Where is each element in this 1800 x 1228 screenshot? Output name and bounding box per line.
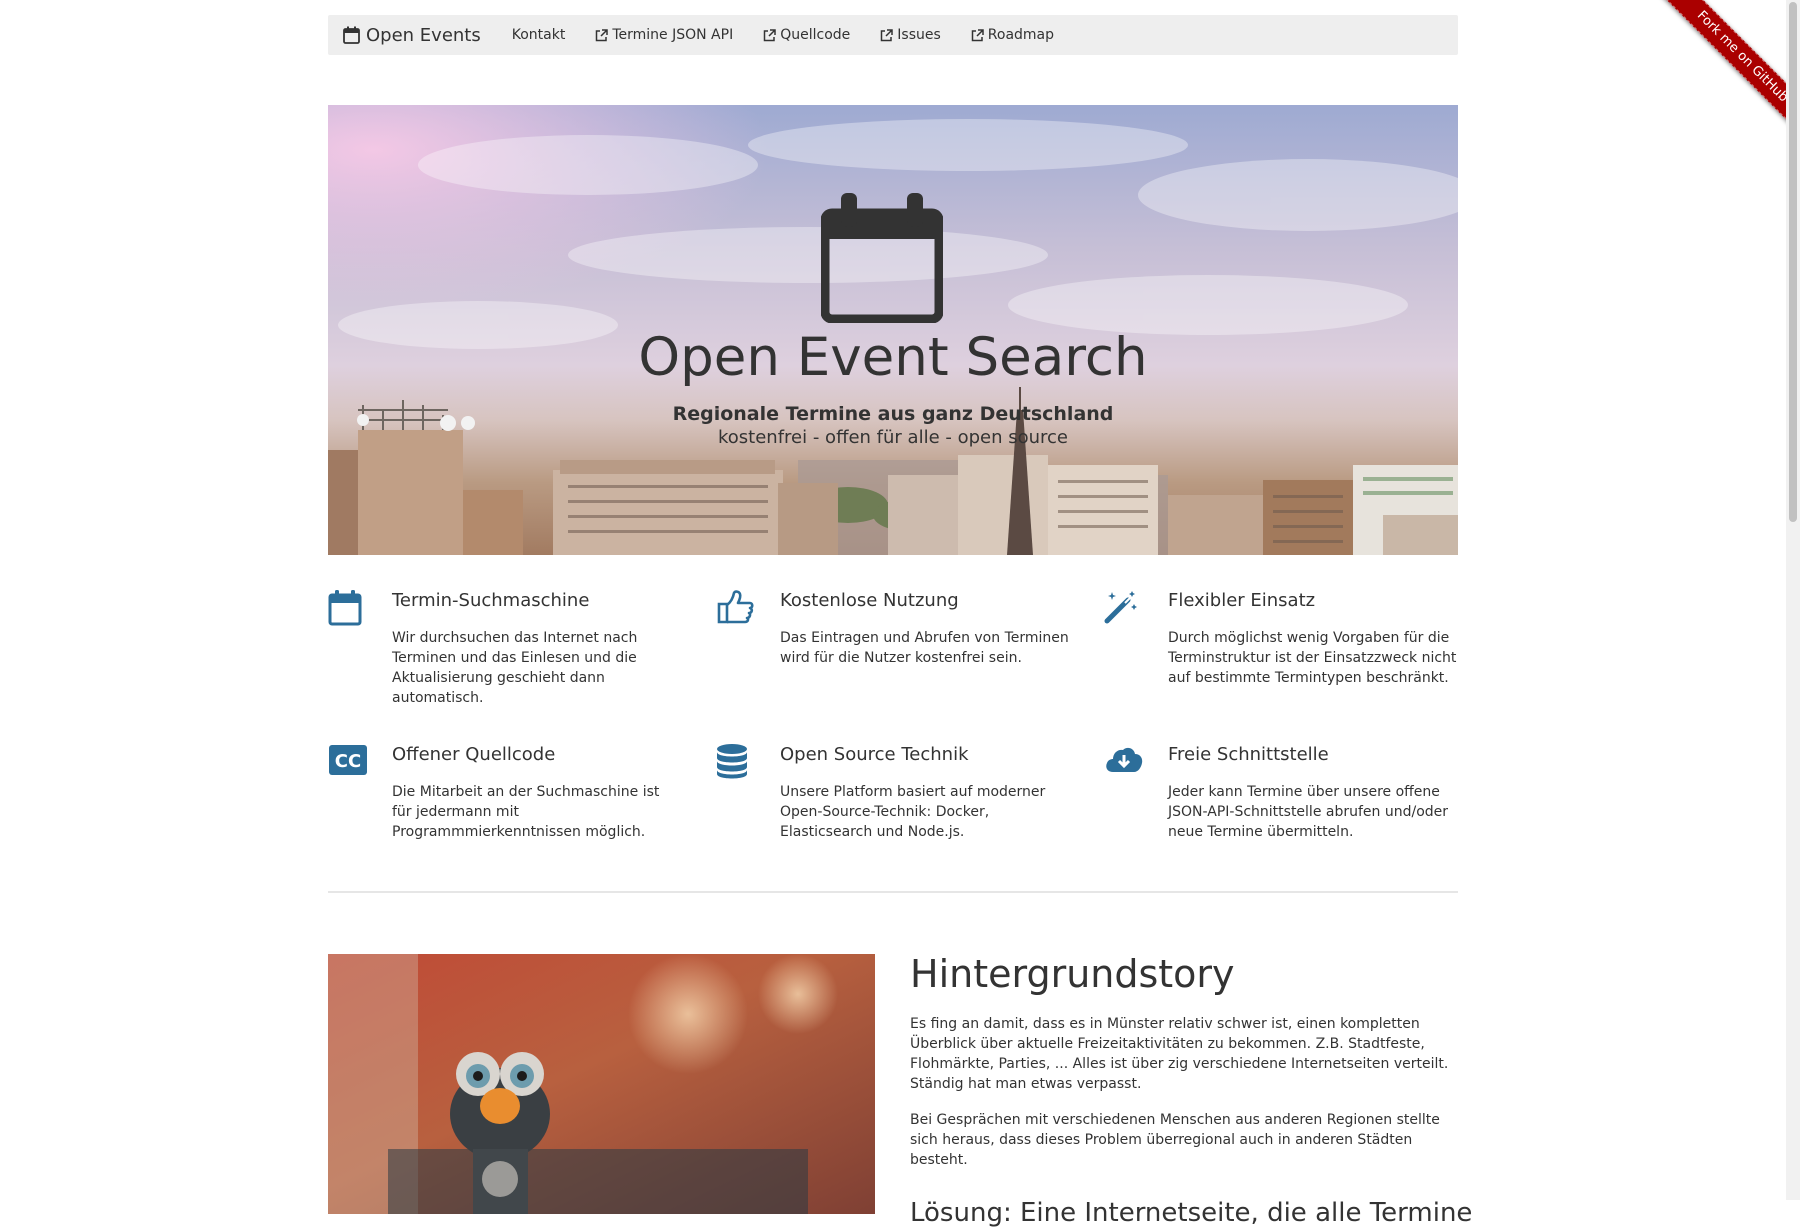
nav-link-issues[interactable]: Issues [865,27,956,43]
external-link-icon [596,28,609,41]
feature-title: Termin-Suchmaschine [392,590,590,611]
feature-title: Open Source Technik [780,744,969,765]
hero-tagline: kostenfrei - offen für alle - open sourc… [717,427,1068,448]
section-divider [328,891,1458,893]
nav-link-label: Quellcode [780,27,851,43]
nav-link-label: Termine JSON API [612,27,734,43]
nav-link-quellcode[interactable]: Quellcode [748,27,865,43]
feature-text: Die Mitarbeit an der Suchmaschine ist fü… [392,784,660,840]
external-link-icon [971,28,984,41]
nav-link-roadmap[interactable]: Roadmap [956,27,1069,43]
feature-title: Freie Schnittstelle [1168,744,1329,765]
nav-link-label: Roadmap [987,27,1055,43]
hero-subtitle: Regionale Termine aus ganz Deutschland [672,403,1114,425]
nav-link-termine-json-api[interactable]: Termine JSON API [580,27,748,43]
story-section: Hintergrundstory Es fing an damit, dass … [910,950,1473,1228]
navbar: Open Events Kontakt Termine JSON API Que… [328,15,1458,55]
calendar-icon [821,193,943,323]
cloud-download-icon [1106,747,1143,772]
feature-text: Wir durchsuchen das Internet nach Termin… [392,630,638,706]
scrollbar-thumb[interactable] [1789,2,1797,522]
robot-photo [328,954,875,1214]
brand-link[interactable]: Open Events [343,25,481,46]
story-next-heading: Lösung: Eine Internetseite, die alle Ter… [910,1198,1473,1228]
fork-ribbon-container: Fork me on GitHub [1650,0,1800,150]
robot-photo-image [328,954,875,1214]
svg-text:CC: CC [335,751,361,772]
fork-me-on-github-ribbon[interactable]: Fork me on GitHub [1655,0,1800,144]
nav-link-label: Issues [897,27,941,43]
creative-commons-icon: CC [329,745,367,775]
thumbs-up-icon [717,590,754,624]
feature-title: Flexibler Einsatz [1168,590,1316,611]
feature-text: Unsere Platform basiert auf moderner Ope… [780,784,1046,840]
nav-link-label: Kontakt [511,27,566,43]
feature-text: Durch möglichst wenig Vorgaben für die T… [1168,630,1457,686]
hero-banner: Open Event Search Regionale Termine aus … [328,105,1458,555]
nav-link-kontakt[interactable]: Kontakt [497,27,581,43]
story-paragraph: Es fing an damit, dass es in Münster rel… [910,1016,1449,1092]
feature-text: Das Eintragen und Abrufen von Terminen w… [780,630,1069,666]
database-icon [717,744,747,779]
external-link-icon [763,28,776,41]
feature-title: Kostenlose Nutzung [780,590,959,611]
magic-wand-icon [1104,591,1137,624]
scrollbar[interactable] [1786,0,1800,1200]
calendar-icon [328,590,362,626]
external-link-icon [881,28,894,41]
story-title: Hintergrundstory [910,952,1235,996]
hero-title: Open Event Search [638,327,1148,388]
story-paragraph: Bei Gesprächen mit verschiedenen Mensche… [910,1112,1440,1168]
feature-title: Offener Quellcode [392,744,556,765]
feature-text: Jeder kann Termine über unsere offene JS… [1168,784,1449,840]
calendar-icon [343,26,360,44]
brand-label: Open Events [366,24,481,46]
